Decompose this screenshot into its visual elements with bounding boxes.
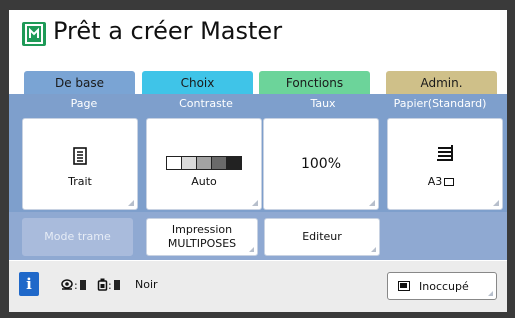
settings-panel: Page Contraste Taux Papier(Standard) Tra… — [9, 94, 507, 220]
page-title: Prêt a créer Master — [53, 17, 283, 45]
ink-icon — [97, 278, 108, 291]
machine-screen: Prêt a créer Master De base Choix Foncti… — [9, 10, 507, 312]
tab-de-base[interactable]: De base — [24, 71, 135, 95]
tab-admin[interactable]: Admin. — [386, 71, 497, 95]
impression-multiposes-button[interactable]: Impression MULTIPOSES — [146, 218, 258, 256]
function-panel: Mode trame Impression MULTIPOSES Editeur — [9, 212, 507, 260]
page-button[interactable]: Trait — [22, 118, 138, 210]
status-label: Inoccupé — [419, 280, 469, 293]
multiposes-label: MULTIPOSES — [167, 237, 237, 250]
editeur-label: Editeur — [302, 230, 342, 243]
drum-icon — [61, 279, 73, 290]
impression-label: Impression — [171, 223, 233, 236]
title-bar: Prêt a créer Master — [9, 10, 507, 64]
contrast-scale-icon — [166, 156, 242, 170]
taux-button[interactable]: 100% — [263, 118, 379, 210]
contraste-button[interactable]: Auto — [146, 118, 262, 210]
status-button[interactable]: Inoccupé — [387, 272, 497, 300]
page-label: Page — [70, 97, 98, 110]
tab-fonctions[interactable]: Fonctions — [259, 71, 370, 95]
tab-choix[interactable]: Choix — [142, 71, 253, 95]
drum-status: : — [60, 278, 86, 292]
page-value: Trait — [68, 175, 92, 188]
paper-tray-icon — [437, 145, 453, 161]
contraste-value: Auto — [191, 175, 217, 188]
taux-value: 100% — [300, 156, 342, 172]
ink-status: : — [97, 278, 120, 292]
papier-label: Papier(Standard) — [393, 97, 487, 110]
mode-trame-button[interactable]: Mode trame — [22, 218, 133, 256]
contraste-label: Contraste — [179, 97, 233, 110]
ink-color-label: Noir — [135, 278, 158, 291]
paper-size-text: A3 — [427, 175, 443, 188]
papier-button[interactable]: A3 — [387, 118, 503, 210]
info-icon[interactable]: i — [19, 272, 39, 296]
master-icon — [22, 22, 46, 46]
papier-value: A3 — [388, 175, 502, 188]
landscape-icon — [444, 178, 455, 186]
status-bar: i : : Noir Inoccupé — [9, 261, 507, 312]
editeur-button[interactable]: Editeur — [264, 218, 380, 256]
taux-label: Taux — [310, 97, 336, 110]
tab-bar: De base Choix Fonctions Admin. — [9, 71, 507, 95]
document-icon — [73, 147, 87, 165]
idle-icon — [398, 281, 410, 291]
